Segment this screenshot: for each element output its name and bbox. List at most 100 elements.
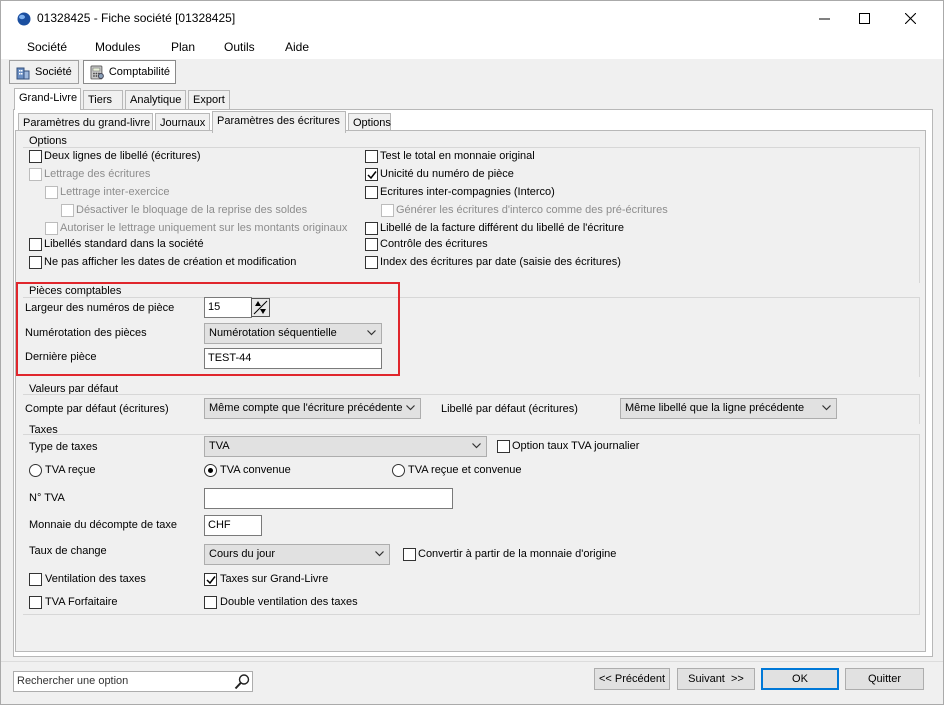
tab-grand-livre-label: Grand-Livre	[19, 92, 78, 104]
checkmark-icon	[206, 576, 216, 585]
label-type-taxes: Type de taxes	[29, 441, 98, 453]
defaults-group-right-edge	[919, 394, 920, 424]
close-icon	[904, 12, 916, 24]
ok-button[interactable]: OK	[761, 668, 839, 690]
label-test-total: Test le total en monnaie original	[380, 150, 535, 162]
label-deux-lignes: Deux lignes de libellé (écritures)	[44, 150, 201, 162]
label-numero-tva: N° TVA	[29, 492, 65, 504]
label-tva-convenue: TVA convenue	[220, 464, 291, 476]
libelle-defaut-select[interactable]: Même libellé que la ligne précédente	[620, 398, 837, 419]
label-ne-pas-afficher-dates: Ne pas afficher les dates de création et…	[44, 256, 297, 268]
checkbox-index-ecritures[interactable]	[365, 256, 378, 269]
quit-button[interactable]: Quitter	[845, 668, 924, 690]
label-tva-recue-convenue: TVA reçue et convenue	[408, 464, 522, 476]
chevron-down-icon	[406, 405, 415, 411]
checkbox-deux-lignes[interactable]	[29, 150, 42, 163]
checkbox-taxes-grand-livre[interactable]	[204, 573, 217, 586]
tab-tiers-label: Tiers	[88, 94, 113, 106]
maximize-button[interactable]	[841, 1, 887, 35]
tab-export-label: Export	[193, 94, 225, 106]
menu-outils[interactable]: Outils	[224, 40, 255, 54]
type-taxes-select[interactable]: TVA	[204, 436, 487, 457]
label-compte-defaut: Compte par défaut (écritures)	[25, 403, 169, 415]
checkbox-ne-pas-afficher-dates[interactable]	[29, 256, 42, 269]
label-generer-interco: Générer les écritures d'interco comme de…	[396, 204, 668, 216]
ok-button-label: OK	[792, 673, 808, 685]
minimize-icon	[818, 18, 830, 19]
checkbox-controle-ecritures[interactable]	[365, 238, 378, 251]
search-option-input[interactable]: Rechercher une option	[13, 671, 253, 692]
module-comptabilite-button[interactable]: Comptabilité	[83, 60, 176, 84]
numero-tva-input[interactable]	[204, 488, 453, 509]
label-convertir-monnaie: Convertir à partir de la monnaie d'origi…	[418, 548, 617, 560]
radio-tva-recue[interactable]	[29, 464, 42, 477]
label-tva-recue: TVA reçue	[45, 464, 96, 476]
close-button[interactable]	[887, 1, 933, 35]
monnaie-decompte-input[interactable]: CHF	[204, 515, 262, 536]
tab-export[interactable]: Export	[188, 90, 230, 110]
checkbox-ventilation-taxes[interactable]	[29, 573, 42, 586]
radio-tva-convenue[interactable]	[204, 464, 217, 477]
compte-defaut-select[interactable]: Même compte que l'écriture précédente	[204, 398, 421, 419]
taux-change-value: Cours du jour	[209, 548, 276, 560]
checkbox-lettrage-inter-exercice[interactable]	[45, 186, 58, 199]
checkbox-libelles-standard[interactable]	[29, 238, 42, 251]
tab-analytique-label: Analytique	[130, 94, 182, 106]
options-group-rule	[23, 147, 920, 148]
checkbox-double-ventilation[interactable]	[204, 596, 217, 609]
checkbox-desactiver-bloquage[interactable]	[61, 204, 74, 217]
pieces-group-right-edge	[919, 297, 920, 377]
options-group-title: Options	[29, 135, 67, 147]
next-button-label: Suivant >>	[688, 673, 744, 685]
maximize-icon	[858, 12, 870, 24]
checkbox-generer-interco[interactable]	[381, 204, 394, 217]
footer-divider	[1, 661, 943, 662]
building-icon	[16, 67, 30, 80]
tab-grand-livre[interactable]: Grand-Livre	[14, 88, 81, 110]
taux-change-select[interactable]: Cours du jour	[204, 544, 390, 565]
tab-analytique[interactable]: Analytique	[125, 90, 186, 110]
checkbox-test-total[interactable]	[365, 150, 378, 163]
checkbox-interco[interactable]	[365, 186, 378, 199]
checkbox-libelle-facture[interactable]	[365, 222, 378, 235]
module-societe-button[interactable]: Société	[9, 60, 79, 84]
menu-aide[interactable]: Aide	[285, 40, 309, 54]
menu-plan[interactable]: Plan	[171, 40, 195, 54]
checkbox-unicite-numero[interactable]	[365, 168, 378, 181]
radio-tva-recue-convenue[interactable]	[392, 464, 405, 477]
checkbox-tva-forfaitaire[interactable]	[29, 596, 42, 609]
main-window: 01328425 - Fiche société [01328425] Soci…	[0, 0, 944, 705]
checkbox-autoriser-lettrage[interactable]	[45, 222, 58, 235]
libelle-defaut-value: Même libellé que la ligne précédente	[625, 402, 805, 414]
checkmark-icon	[367, 171, 377, 180]
title-bar: 01328425 - Fiche société [01328425]	[1, 1, 943, 35]
window-title: 01328425 - Fiche société [01328425]	[37, 11, 236, 25]
previous-button[interactable]: << Précédent	[594, 668, 670, 690]
search-option-placeholder: Rechercher une option	[17, 675, 129, 687]
checkbox-lettrage[interactable]	[29, 168, 42, 181]
label-ventilation-taxes: Ventilation des taxes	[45, 573, 146, 585]
label-double-ventilation: Double ventilation des taxes	[220, 596, 358, 608]
label-tva-forfaitaire: TVA Forfaitaire	[45, 596, 118, 608]
pieces-highlight-box	[16, 282, 400, 376]
label-desactiver-bloquage: Désactiver le bloquage de la reprise des…	[76, 204, 308, 216]
menu-bar: Société Modules Plan Outils Aide	[1, 35, 943, 59]
next-button[interactable]: Suivant >>	[677, 668, 755, 690]
label-unicite-numero: Unicité du numéro de pièce	[380, 168, 514, 180]
tab-parametres-ecritures[interactable]: Paramètres des écritures	[212, 111, 346, 133]
chevron-down-icon	[822, 405, 831, 411]
label-lettrage-inter-exercice: Lettrage inter-exercice	[60, 186, 170, 198]
defaults-group-rule	[23, 394, 920, 395]
chevron-down-icon	[472, 443, 481, 449]
menu-societe[interactable]: Société	[27, 40, 67, 54]
module-comptabilite-label: Comptabilité	[108, 66, 170, 78]
label-libelles-standard: Libellés standard dans la société	[44, 238, 204, 250]
taxes-group-right-edge	[919, 434, 920, 614]
search-icon[interactable]	[234, 673, 251, 690]
checkbox-taux-tva-journalier[interactable]	[497, 440, 510, 453]
tab-tiers[interactable]: Tiers	[83, 90, 123, 110]
previous-button-label: << Précédent	[598, 673, 666, 685]
taxes-group-rule	[23, 434, 920, 435]
checkbox-convertir-monnaie[interactable]	[403, 548, 416, 561]
menu-modules[interactable]: Modules	[95, 40, 140, 54]
